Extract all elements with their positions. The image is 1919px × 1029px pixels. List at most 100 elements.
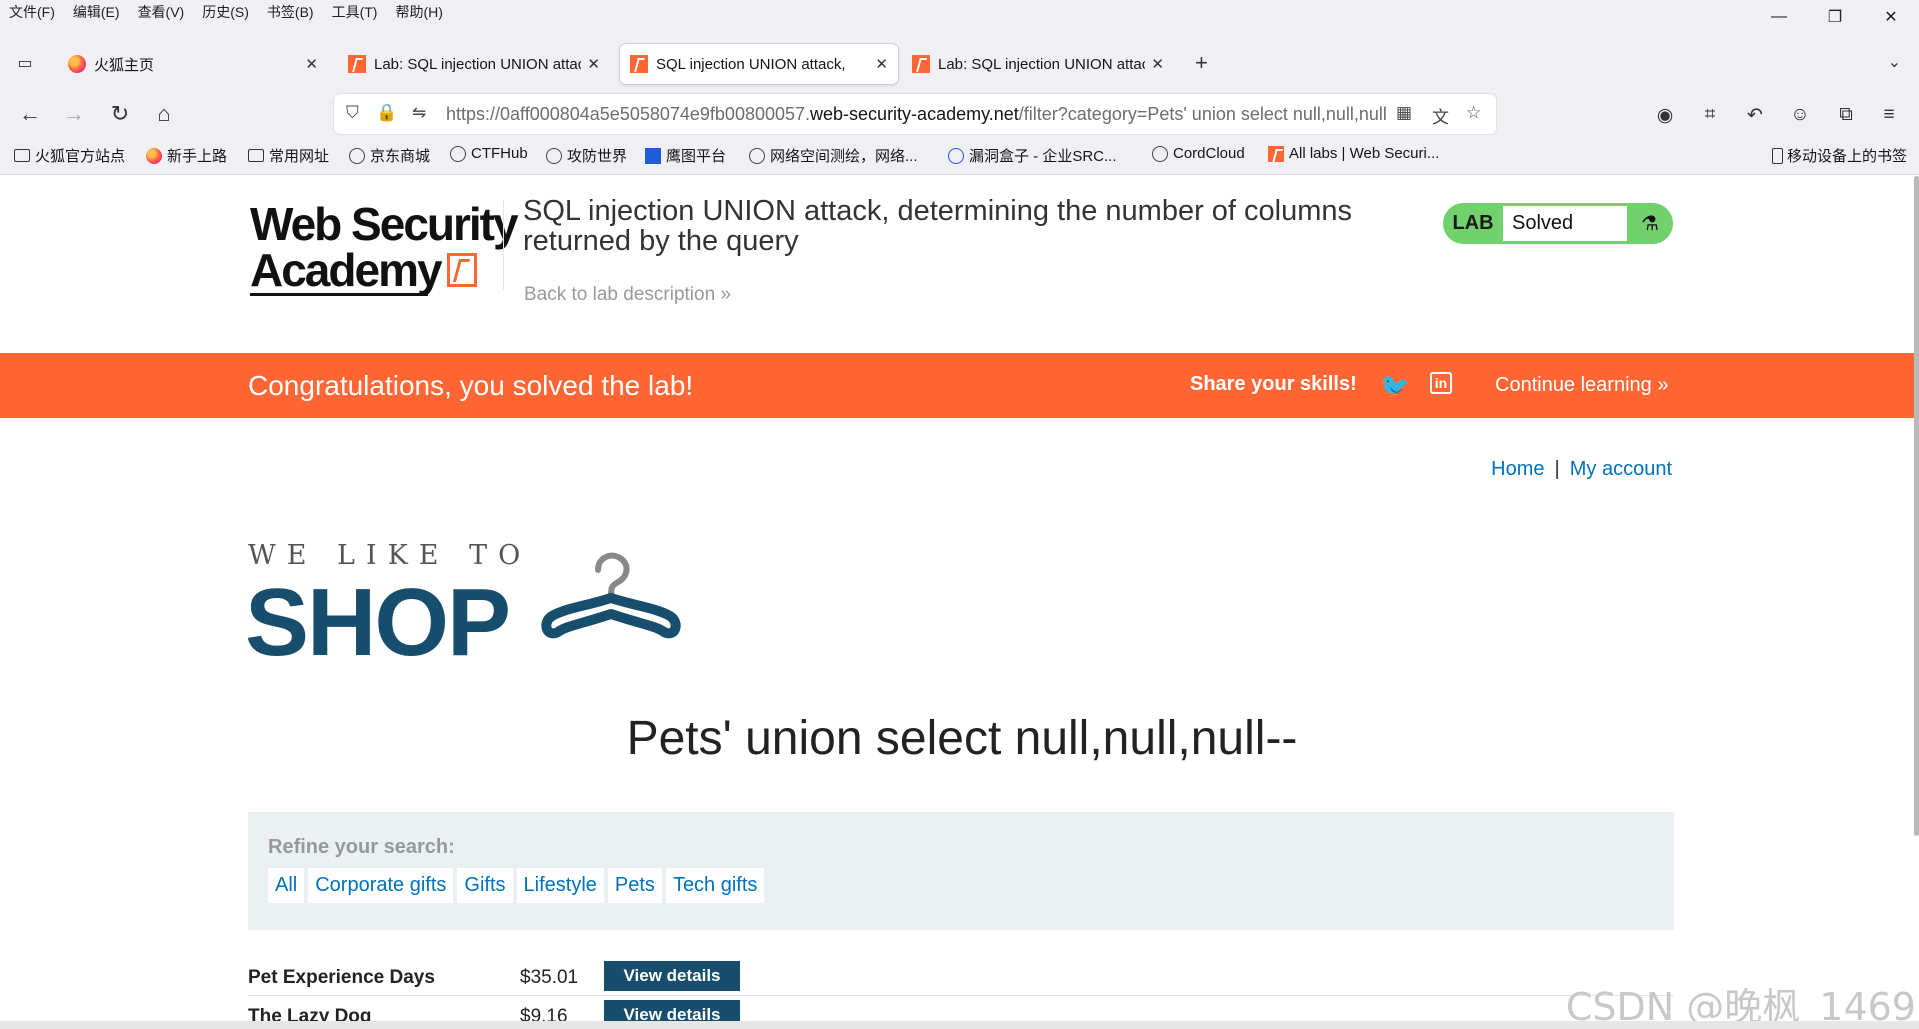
firefox-icon	[146, 147, 162, 164]
bookmark-star-icon[interactable]: ☆	[1466, 103, 1481, 123]
bookmark-item[interactable]: 网络空间测绘，网络...	[749, 145, 918, 166]
view-details-button[interactable]: View details	[604, 961, 740, 991]
lightning-icon	[446, 253, 477, 287]
filter-lifestyle[interactable]: Lifestyle	[516, 868, 604, 903]
list-tabs-icon[interactable]: ⌄	[1888, 52, 1901, 72]
permissions-icon[interactable]: ⇋	[412, 103, 426, 123]
bookmark-item[interactable]: 火狐官方站点	[14, 145, 125, 166]
account-icon[interactable]: ◉	[1652, 102, 1678, 128]
menu-edit[interactable]: 编辑(E)	[64, 2, 129, 22]
portswigger-icon	[630, 55, 648, 73]
lab-status-badge: LAB Solved ⚗	[1443, 203, 1673, 244]
new-tab-icon[interactable]: +	[1195, 50, 1208, 76]
translate-icon[interactable]: 文	[1432, 103, 1449, 128]
share-text: Share your skills!	[1190, 373, 1357, 395]
filter-corporate-gifts[interactable]: Corporate gifts	[308, 868, 454, 903]
home-icon[interactable]: ⌂	[148, 98, 180, 130]
mobile-bookmarks-label: 移动设备上的书签	[1786, 148, 1907, 165]
solved-banner: Congratulations, you solved the lab! Sha…	[0, 353, 1919, 418]
bookmark-label: 火狐官方站点	[35, 148, 126, 165]
minimize-button[interactable]: —	[1751, 0, 1807, 34]
qr-code-icon[interactable]: ▦	[1396, 103, 1412, 123]
flask-icon: ⚗	[1641, 213, 1659, 235]
double-chevron-right-icon: »	[1657, 374, 1669, 396]
academy-logo[interactable]: Web Security Academy	[250, 198, 519, 296]
twitter-icon[interactable]: 🐦	[1380, 372, 1410, 401]
restore-button[interactable]: ❐	[1807, 0, 1863, 34]
logo-line-2: Academy	[250, 244, 443, 296]
tab-active[interactable]: SQL injection UNION attack, ✕	[620, 44, 898, 84]
product-name: Pet Experience Days	[248, 967, 435, 988]
reload-icon[interactable]: ↻	[104, 98, 136, 130]
bookmark-item[interactable]: 京东商城	[349, 145, 430, 166]
back-to-description-link[interactable]: Back to lab description »	[524, 284, 731, 306]
bookmark-label: CordCloud	[1173, 145, 1245, 162]
forward-icon[interactable]: →	[58, 98, 90, 130]
menu-help[interactable]: 帮助(H)	[386, 2, 451, 22]
url-bar[interactable]: ⛉ 🔒 ⇋ https://0aff000804a5e5058074e9fb00…	[334, 94, 1496, 134]
url-domain: web-security-academy.net	[810, 104, 1019, 124]
menu-file[interactable]: 文件(F)	[0, 2, 64, 22]
web-page: Web Security Academy SQL injection UNION…	[0, 176, 1919, 1029]
tab-bar: ▭ 火狐主页 ✕ Lab: SQL injection UNION attack…	[0, 40, 1919, 84]
extension-avatar-icon[interactable]: ☺	[1787, 102, 1813, 128]
lock-icon[interactable]: 🔒	[376, 103, 397, 123]
linkedin-icon[interactable]: in	[1430, 372, 1452, 394]
extensions-icon[interactable]: ⧉	[1833, 102, 1859, 128]
lab-title: SQL injection UNION attack, determining …	[523, 195, 1353, 257]
mobile-bookmarks[interactable]: 移动设备上的书签	[1771, 145, 1907, 166]
filter-all[interactable]: All	[268, 868, 305, 903]
filter-tech-gifts[interactable]: Tech gifts	[665, 868, 765, 903]
my-account-link[interactable]: My account	[1570, 458, 1672, 480]
menu-icon[interactable]: ≡	[1876, 102, 1902, 128]
continue-learning-link[interactable]: Continue learning »	[1495, 374, 1668, 397]
url-text[interactable]: https://0aff000804a5e5058074e9fb00800057…	[446, 104, 1386, 125]
filter-gifts[interactable]: Gifts	[457, 868, 513, 903]
tab-lab-2[interactable]: Lab: SQL injection UNION attack ✕	[902, 44, 1174, 84]
bookmark-item[interactable]: 漏洞盒子 - 企业SRC...	[948, 145, 1117, 166]
menu-bookmarks[interactable]: 书签(B)	[258, 2, 323, 22]
bookmark-item[interactable]: 鹰图平台	[645, 145, 726, 166]
bookmark-item[interactable]: 常用网址	[248, 145, 329, 166]
logo-underline	[250, 293, 428, 296]
filter-pets[interactable]: Pets	[607, 868, 662, 903]
folder-icon	[248, 149, 264, 162]
refine-label: Refine your search:	[268, 836, 455, 858]
close-tab-icon[interactable]: ✕	[305, 55, 318, 73]
back-link-label: Back to lab description	[524, 284, 716, 305]
bookmark-item[interactable]: CordCloud	[1152, 145, 1245, 162]
tracking-shield-icon[interactable]: ⛉	[346, 103, 359, 123]
back-icon[interactable]: ←	[14, 98, 46, 130]
menu-bar: 文件(F) 编辑(E) 查看(V) 历史(S) 书签(B) 工具(T) 帮助(H…	[0, 0, 1919, 24]
menu-history[interactable]: 历史(S)	[193, 2, 258, 22]
logo-line-1: Web Security	[250, 198, 519, 250]
page-scrollbar[interactable]	[1914, 176, 1919, 836]
undo-icon[interactable]: ↶	[1742, 102, 1768, 128]
bookmark-item[interactable]: CTFHub	[450, 145, 528, 162]
bookmark-label: 鹰图平台	[666, 148, 727, 165]
menu-view[interactable]: 查看(V)	[129, 2, 194, 22]
close-tab-icon[interactable]: ✕	[1151, 55, 1164, 73]
bookmark-item[interactable]: All labs | Web Securi...	[1268, 145, 1439, 162]
tab-lab-1[interactable]: Lab: SQL injection UNION attack ✕	[338, 44, 610, 84]
search-results-heading: Pets' union select null,null,null--	[626, 712, 1298, 765]
window-controls: — ❐ ✕	[1751, 0, 1919, 34]
status-strip	[0, 1021, 1919, 1029]
firefox-view-icon[interactable]: ▭	[8, 50, 42, 76]
bookmark-item[interactable]: 攻防世界	[546, 145, 627, 166]
menu-tools[interactable]: 工具(T)	[323, 2, 387, 22]
screenshot-icon[interactable]: ⌗	[1697, 102, 1723, 128]
lab-status: Solved	[1503, 206, 1627, 241]
tab-firefox-home[interactable]: 火狐主页 ✕	[58, 44, 328, 84]
hanger-icon	[541, 552, 681, 639]
tab-label: Lab: SQL injection UNION attack	[938, 55, 1146, 73]
home-link[interactable]: Home	[1491, 458, 1544, 480]
close-tab-icon[interactable]: ✕	[587, 55, 600, 73]
portswigger-icon	[1268, 145, 1284, 162]
close-tab-icon[interactable]: ✕	[875, 55, 888, 73]
account-nav: Home | My account	[1491, 458, 1672, 481]
close-window-button[interactable]: ✕	[1863, 0, 1919, 34]
bookmark-item[interactable]: 新手上路	[146, 145, 227, 166]
browser-chrome: 文件(F) 编辑(E) 查看(V) 历史(S) 书签(B) 工具(T) 帮助(H…	[0, 0, 1919, 175]
portswigger-icon	[348, 55, 366, 73]
